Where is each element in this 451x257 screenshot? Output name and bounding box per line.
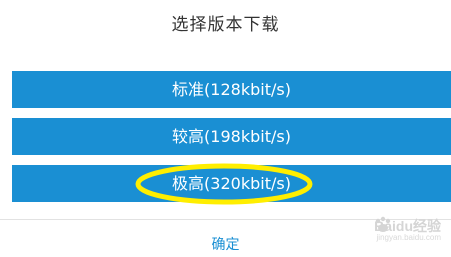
option-high-button[interactable]: 较高(198kbit/s) [12, 118, 451, 155]
option-extreme-button[interactable]: 极高(320kbit/s) [12, 165, 451, 202]
divider [0, 219, 451, 220]
download-version-dialog: 选择版本下载 标准(128kbit/s) 较高(198kbit/s) 极高(32… [0, 0, 451, 257]
option-standard-button[interactable]: 标准(128kbit/s) [12, 71, 451, 108]
dialog-title: 选择版本下载 [171, 15, 280, 35]
paw-icon [375, 216, 391, 232]
confirm-button[interactable]: 确定 [0, 234, 451, 254]
